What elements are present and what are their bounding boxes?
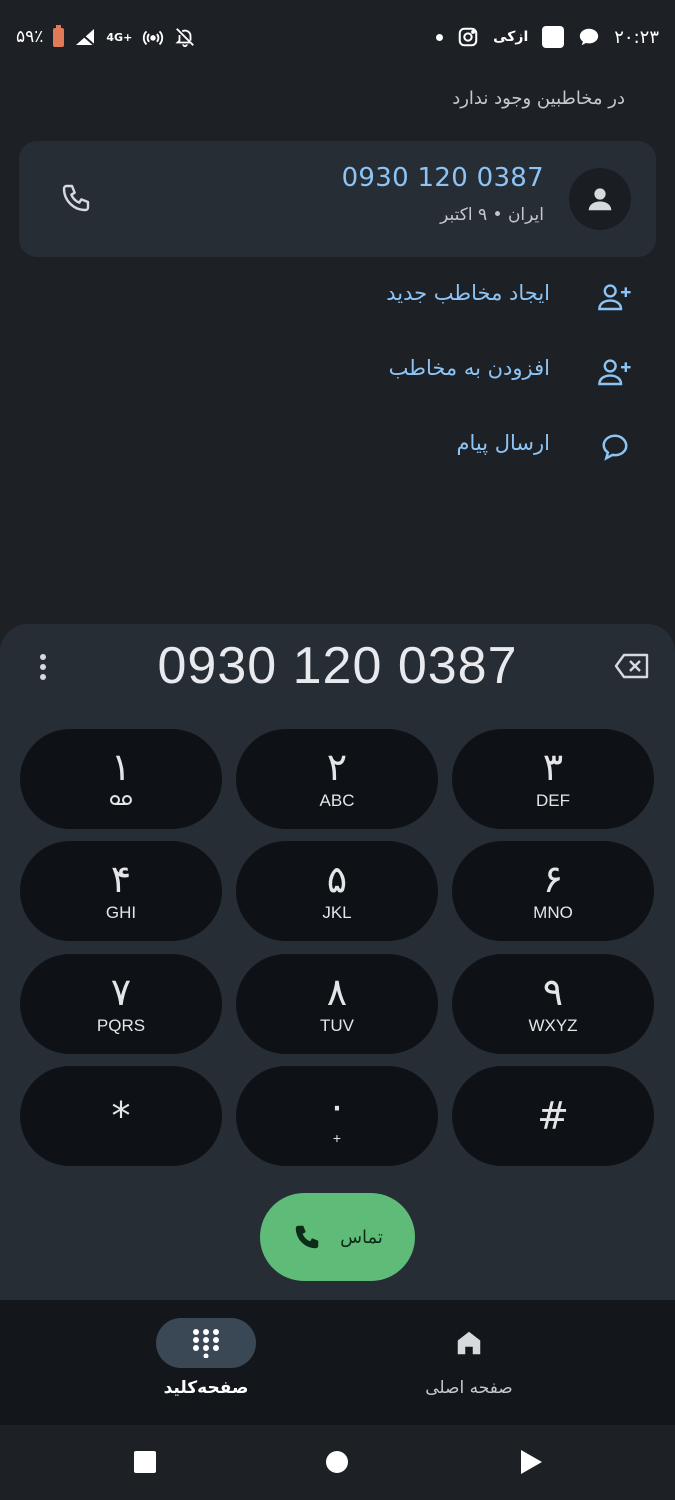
system-navigation [0,1425,675,1500]
bottom-navigation: صفحه‌کلید صفحه اصلی [0,1300,675,1425]
result-number: 0930 120 0387 [341,163,544,193]
key-letters: ABC [319,791,355,810]
key-digit: ۶ [542,857,564,901]
nav-keypad[interactable]: صفحه‌کلید [106,1318,306,1398]
key-4[interactable]: ۴ GHI [20,841,222,941]
key-7[interactable]: ۷ PQRS [20,954,222,1054]
action-label: ارسال پیام [456,431,551,455]
person-add-icon [597,279,633,315]
status-left: ۵۹٪ 4G+ [16,24,196,48]
recents-icon[interactable] [132,1449,158,1475]
chat-bubble-icon [578,26,600,48]
message-icon [597,429,633,465]
key-digit: # [537,1094,569,1138]
key-letters: JKL [322,903,352,922]
battery-percent: ۵۹٪ [16,27,44,47]
person-add-icon [597,354,633,390]
status-bar: ۵۹٪ 4G+ ازکی ۲۰:۲۳ [0,0,675,80]
key-letters: GHI [105,903,137,922]
create-contact-action[interactable]: ایجاد مخاطب جدید [0,267,675,327]
nav-label: صفحه‌کلید [163,1378,249,1398]
key-6[interactable]: ۶ MNO [452,841,654,941]
action-label: افزودن به مخاطب [388,356,550,380]
call-label: تماس [340,1226,383,1248]
key-digit: ۲ [326,745,348,789]
app-label: ازکی [493,29,529,45]
key-digit: ۵ [326,857,348,901]
key-letters: WXYZ [528,1016,578,1035]
key-digit: ۹ [542,970,564,1014]
network-type: 4G+ [106,30,133,44]
key-0[interactable]: ۰ + [236,1066,438,1166]
back-icon[interactable] [518,1449,544,1475]
dialed-number: 0930 120 0387 [157,637,518,695]
key-digit: ۸ [326,970,348,1014]
phone-icon [292,1222,322,1252]
add-to-contact-action[interactable]: افزودن به مخاطب [0,342,675,402]
signal-icon [74,27,96,47]
key-digit: ۰ [326,1084,348,1128]
home-icon [419,1318,519,1368]
app-square-icon [542,26,565,48]
notifications-off-icon [174,26,196,48]
key-digit: ۳ [542,745,564,789]
key-digit: ۴ [110,857,132,901]
status-right: ازکی ۲۰:۲۳ [436,26,659,48]
backspace-icon[interactable] [613,650,651,682]
instagram-icon [457,26,479,48]
keypad-icon [156,1318,256,1368]
key-letters: MNO [533,903,573,922]
key-star[interactable]: * [20,1066,222,1166]
number-result-card[interactable]: 0930 120 0387 ایران • ۹ اکتبر [19,141,656,257]
voicemail-icon [109,791,133,811]
key-digit: ۱ [110,745,132,789]
key-letters: DEF [536,791,570,810]
not-in-contacts-label: در مخاطبین وجود ندارد [452,88,625,109]
avatar [569,168,631,230]
call-icon[interactable] [57,179,95,217]
key-digit: ۷ [110,970,132,1014]
key-digit: * [111,1094,131,1138]
result-subtitle: ایران • ۹ اکتبر [440,205,544,225]
person-icon [588,188,612,211]
key-letters: TUV [320,1016,354,1035]
home-circle-icon[interactable] [324,1449,350,1475]
key-8[interactable]: ۸ TUV [236,954,438,1054]
key-5[interactable]: ۵ JKL [236,841,438,941]
hotspot-icon [142,26,164,48]
key-hash[interactable]: # [452,1066,654,1166]
nav-label: صفحه اصلی [425,1378,513,1398]
key-9[interactable]: ۹ WXYZ [452,954,654,1054]
key-letters: + [332,1130,342,1146]
call-button[interactable]: تماس [260,1193,415,1281]
key-letters: PQRS [96,1016,146,1035]
key-1[interactable]: ۱ [20,729,222,829]
battery-icon [53,24,65,47]
nav-home[interactable]: صفحه اصلی [369,1318,569,1398]
notification-dot-icon [436,33,444,41]
key-2[interactable]: ۲ ABC [236,729,438,829]
clock: ۲۰:۲۳ [614,26,659,48]
key-3[interactable]: ۳ DEF [452,729,654,829]
action-label: ایجاد مخاطب جدید [386,281,550,305]
dialpad-sheet: 0930 120 0387 ۱ ۲ ABC ۳ DEF ۴ GHI ۵ JKL … [0,624,675,1300]
send-message-action[interactable]: ارسال پیام [0,417,675,477]
